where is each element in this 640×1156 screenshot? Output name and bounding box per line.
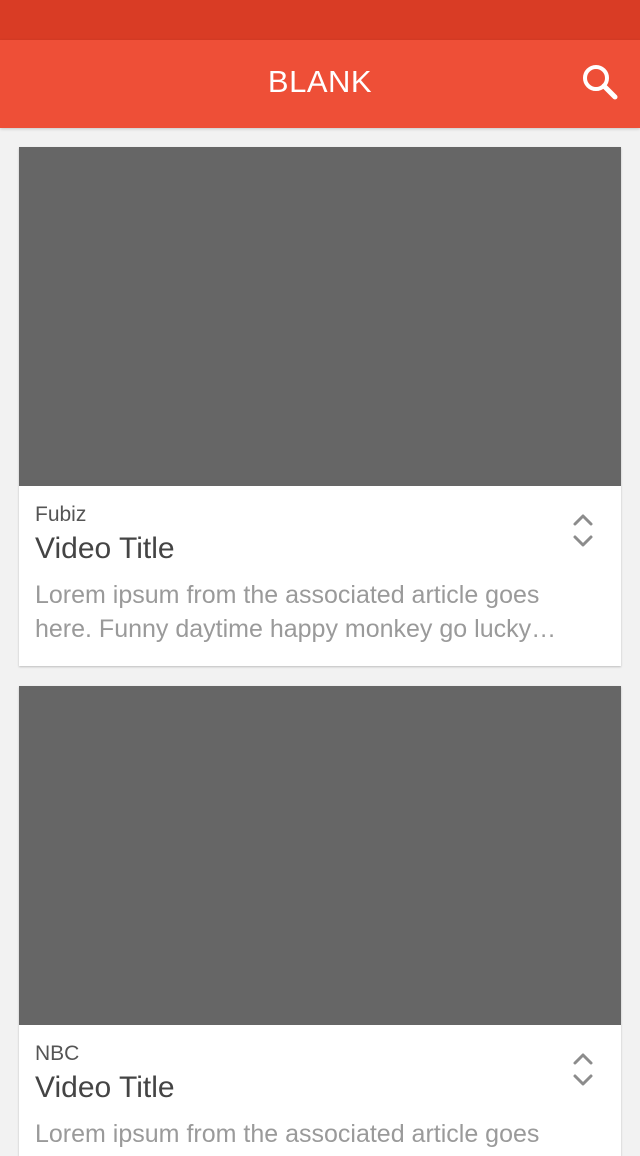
chevron-up-icon xyxy=(573,514,593,526)
chevron-up-icon xyxy=(573,1053,593,1065)
excerpt-line: here. Funny daytime happy monkey go luck… xyxy=(35,615,557,643)
vote-controls xyxy=(571,1048,595,1091)
upvote-button[interactable] xyxy=(571,509,595,529)
video-source: Fubiz xyxy=(35,503,87,526)
video-excerpt: Lorem ipsum from the associated article … xyxy=(35,1117,575,1151)
video-title[interactable]: Video Title xyxy=(35,532,175,566)
video-thumbnail[interactable] xyxy=(19,147,621,486)
video-card[interactable]: NBC Video Title Lorem ipsum from the ass… xyxy=(19,686,621,1156)
video-card[interactable]: Fubiz Video Title Lorem ipsum from the a… xyxy=(19,147,621,666)
video-source: NBC xyxy=(35,1042,80,1065)
status-bar xyxy=(0,0,640,40)
downvote-button[interactable] xyxy=(571,1071,595,1091)
search-icon xyxy=(583,65,618,100)
search-button[interactable] xyxy=(578,60,622,104)
vote-controls xyxy=(571,509,595,552)
app-bar: BLANK xyxy=(0,40,640,128)
video-title[interactable]: Video Title xyxy=(35,1071,175,1105)
chevron-down-icon xyxy=(573,1074,593,1086)
app-title: BLANK xyxy=(267,64,373,99)
chevron-down-icon xyxy=(573,535,593,547)
upvote-button[interactable] xyxy=(571,1048,595,1068)
excerpt-line: Lorem ipsum from the associated article … xyxy=(35,581,540,609)
video-thumbnail[interactable] xyxy=(19,686,621,1025)
video-excerpt: Lorem ipsum from the associated article … xyxy=(35,578,575,646)
downvote-button[interactable] xyxy=(571,532,595,552)
excerpt-line: Lorem ipsum from the associated article … xyxy=(35,1120,540,1148)
